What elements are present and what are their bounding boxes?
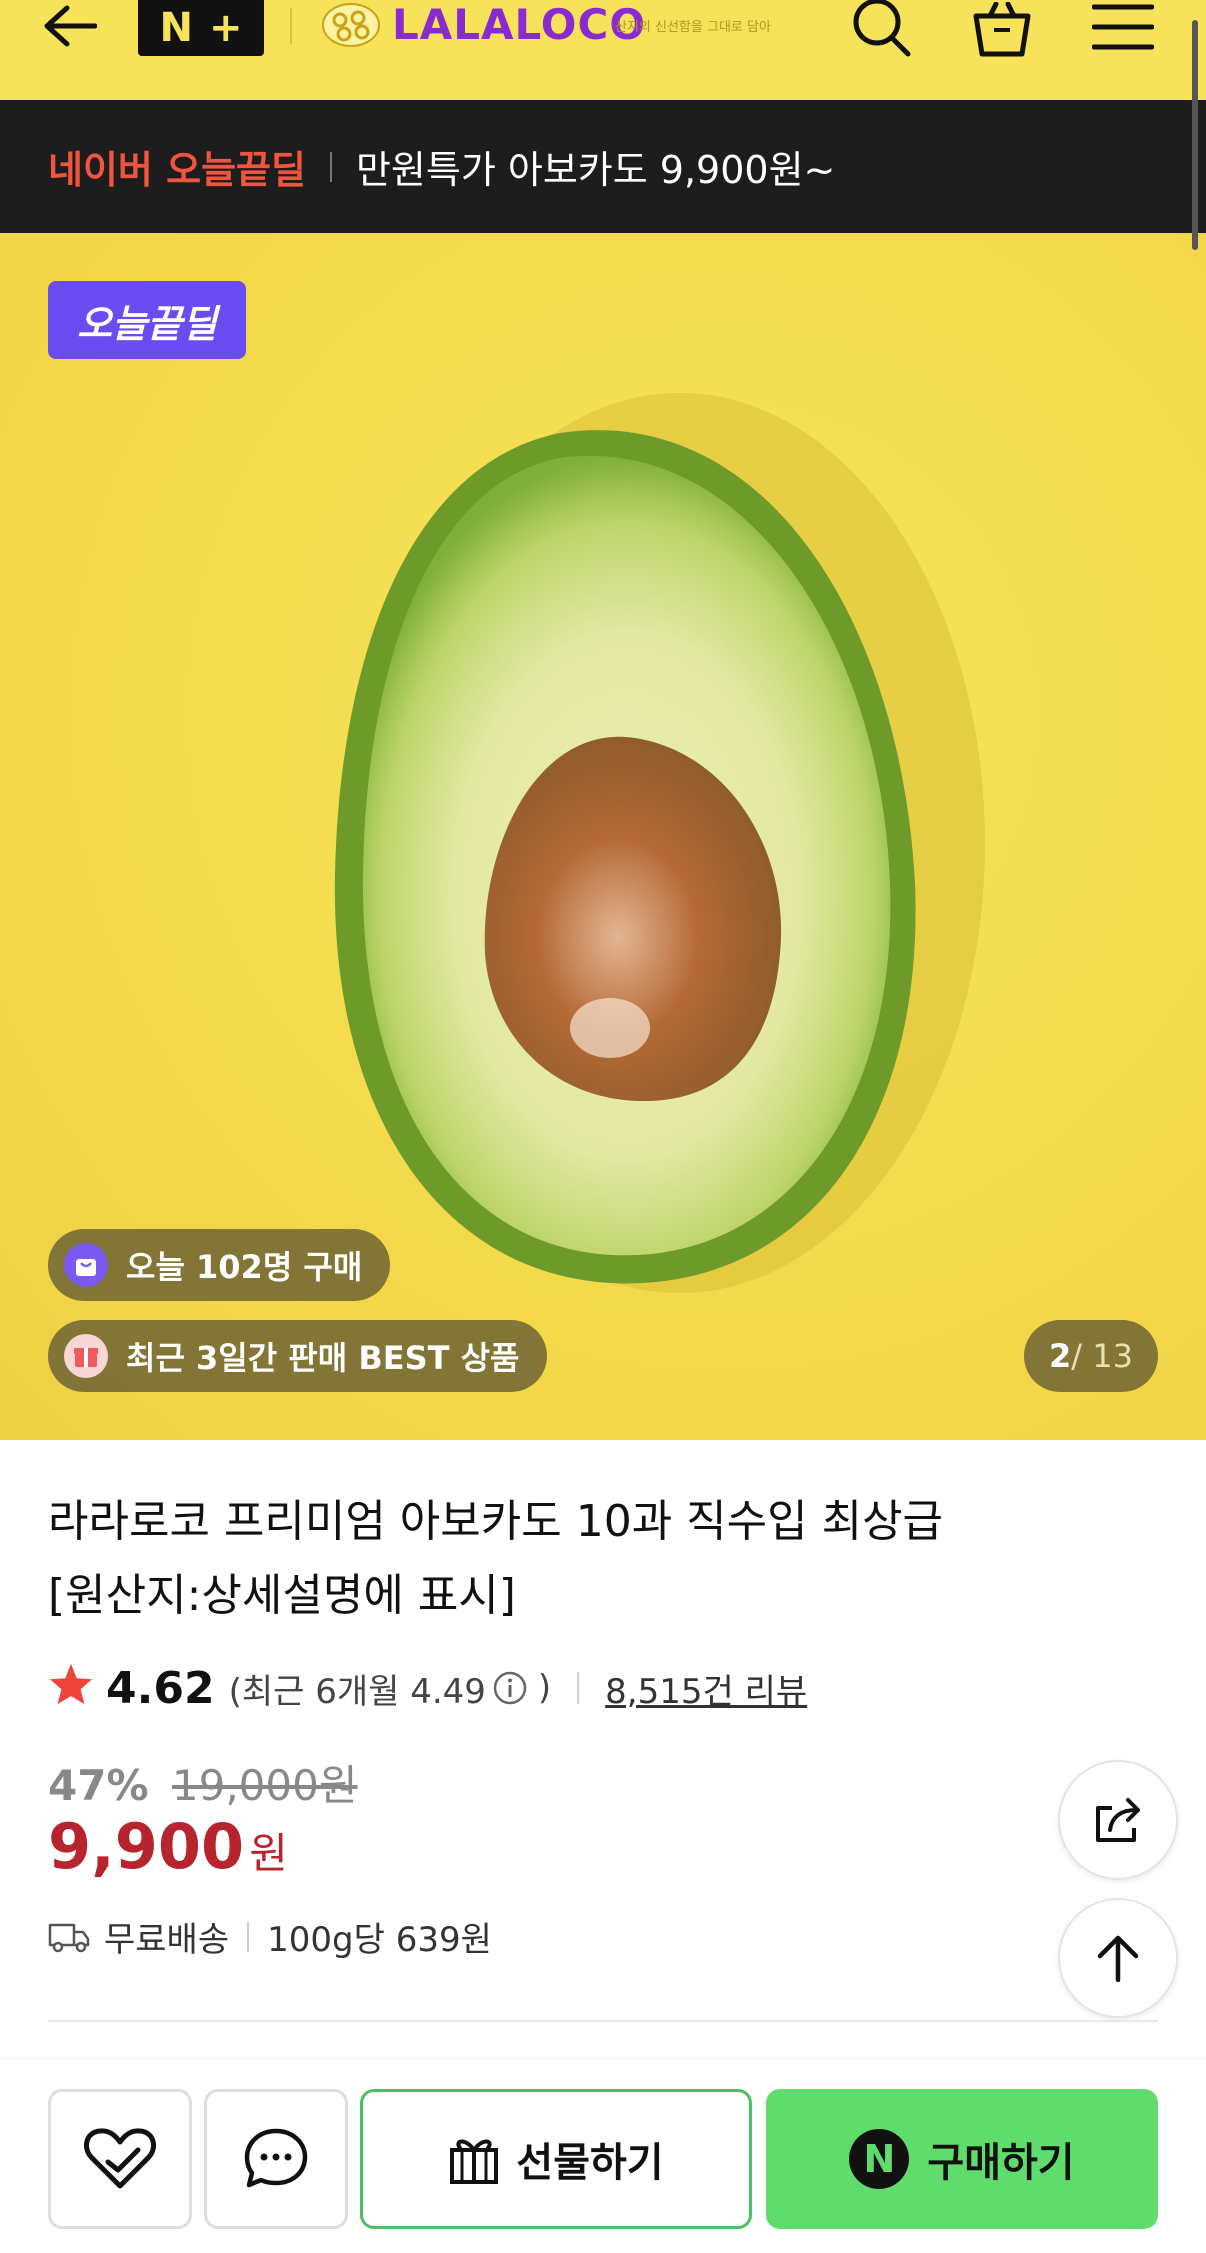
today-purchase-badge: 오늘 102명 구매 bbox=[48, 1229, 391, 1301]
brand-logo-icon[interactable] bbox=[320, 0, 382, 50]
gift-button[interactable]: 선물하기 bbox=[360, 2089, 752, 2229]
chat-button[interactable] bbox=[204, 2089, 348, 2229]
brand-tagline: 산지의 신선함을 그대로 담아 bbox=[615, 20, 771, 35]
best-seller-badge: 최근 3일간 판매 BEST 상품 bbox=[48, 1320, 548, 1392]
sale-price: 9,900 원 bbox=[48, 1810, 288, 1883]
naver-plus-logo[interactable]: N + bbox=[138, 0, 264, 56]
sale-price-unit: 원 bbox=[249, 1829, 288, 1878]
product-title-line2: [원산지:상세설명에 표시] bbox=[48, 1570, 516, 1621]
menu-icon[interactable] bbox=[1090, 0, 1156, 56]
review-count-link[interactable]: 8,515건 리뷰 bbox=[605, 1664, 807, 1713]
shopping-bag-icon bbox=[64, 1243, 108, 1287]
header-divider bbox=[290, 8, 292, 44]
banner-divider bbox=[329, 151, 332, 182]
nplus-plus-sign: + bbox=[208, 5, 243, 51]
naver-pay-icon: N bbox=[849, 2129, 910, 2189]
buy-button[interactable]: N 구매하기 bbox=[766, 2089, 1158, 2229]
gift-label: 선물하기 bbox=[516, 2140, 664, 2186]
discount-percent: 47% bbox=[48, 1761, 149, 1810]
share-icon bbox=[1096, 1798, 1140, 1842]
top-header: N + LALALOCO 산지의 신선함을 그대로 담아 bbox=[0, 0, 1206, 100]
buy-label: 구매하기 bbox=[927, 2140, 1075, 2186]
rating-score: 4.62 bbox=[106, 1662, 215, 1714]
chat-bubble-icon bbox=[244, 2128, 308, 2188]
truck-icon bbox=[48, 1921, 90, 1953]
today-deal-badge: 오늘끝딜 bbox=[48, 281, 246, 359]
brand-name[interactable]: LALALOCO bbox=[392, 0, 646, 49]
recent-rating-close: ) bbox=[537, 1668, 552, 1708]
arrow-up-icon bbox=[1097, 1935, 1139, 1982]
rating-divider bbox=[577, 1672, 580, 1704]
scroll-top-button[interactable] bbox=[1058, 1898, 1178, 2018]
section-divider bbox=[48, 2020, 1158, 2022]
bottom-action-bar: 선물하기 N 구매하기 bbox=[0, 2058, 1206, 2253]
image-counter-total: / 13 bbox=[1071, 1337, 1133, 1375]
rating-row: 4.62 (최근 6개월 4.49 ) 8,515건 리뷰 bbox=[48, 1658, 807, 1718]
shipping-row: 무료배송 100g당 639원 bbox=[48, 1912, 492, 1961]
original-price: 19,000원 bbox=[171, 1761, 358, 1810]
heart-check-icon bbox=[83, 2128, 157, 2189]
today-purchase-text: 오늘 102명 구매 bbox=[126, 1248, 363, 1286]
gift-icon bbox=[450, 2139, 499, 2184]
nplus-n-letter: N bbox=[159, 5, 193, 51]
deal-banner[interactable]: 네이버 오늘끝딜 만원특가 아보카도 9,900원~ bbox=[0, 100, 1206, 233]
cart-icon[interactable] bbox=[966, 0, 1038, 60]
shipping-text: 무료배송 bbox=[104, 1920, 230, 1960]
unit-price-text: 100g당 639원 bbox=[267, 1920, 492, 1960]
gift-box-icon bbox=[64, 1334, 108, 1378]
image-counter: 2 / 13 bbox=[1024, 1320, 1158, 1392]
info-icon[interactable] bbox=[492, 1670, 528, 1706]
discount-row: 47% 19,000원 bbox=[48, 1752, 358, 1813]
wishlist-button[interactable] bbox=[48, 2089, 192, 2229]
best-seller-text: 최근 3일간 판매 BEST 상품 bbox=[126, 1339, 520, 1377]
product-title-line1: 라라로코 프리미엄 아보카도 10과 직수입 최상급 bbox=[48, 1496, 944, 1547]
search-icon[interactable] bbox=[846, 0, 918, 60]
shipping-divider bbox=[247, 1921, 250, 1952]
recent-rating: (최근 6개월 4.49 bbox=[228, 1671, 486, 1712]
image-counter-current: 2 bbox=[1049, 1337, 1072, 1375]
product-title: 라라로코 프리미엄 아보카도 10과 직수입 최상급 [원산지:상세설명에 표시… bbox=[48, 1485, 1048, 1633]
banner-highlight: 네이버 오늘끝딜 bbox=[48, 148, 306, 192]
back-arrow-icon[interactable] bbox=[38, 0, 100, 52]
sale-price-number: 9,900 bbox=[48, 1810, 245, 1883]
banner-text: 만원특가 아보카도 9,900원~ bbox=[355, 148, 836, 192]
star-icon bbox=[48, 1662, 94, 1715]
product-image-carousel[interactable]: 오늘끝딜 오늘 102명 구매 최근 3일간 판매 BEST 상품 2 / 13 bbox=[0, 233, 1206, 1440]
scrollbar[interactable] bbox=[1192, 20, 1198, 250]
share-button[interactable] bbox=[1058, 1760, 1178, 1880]
